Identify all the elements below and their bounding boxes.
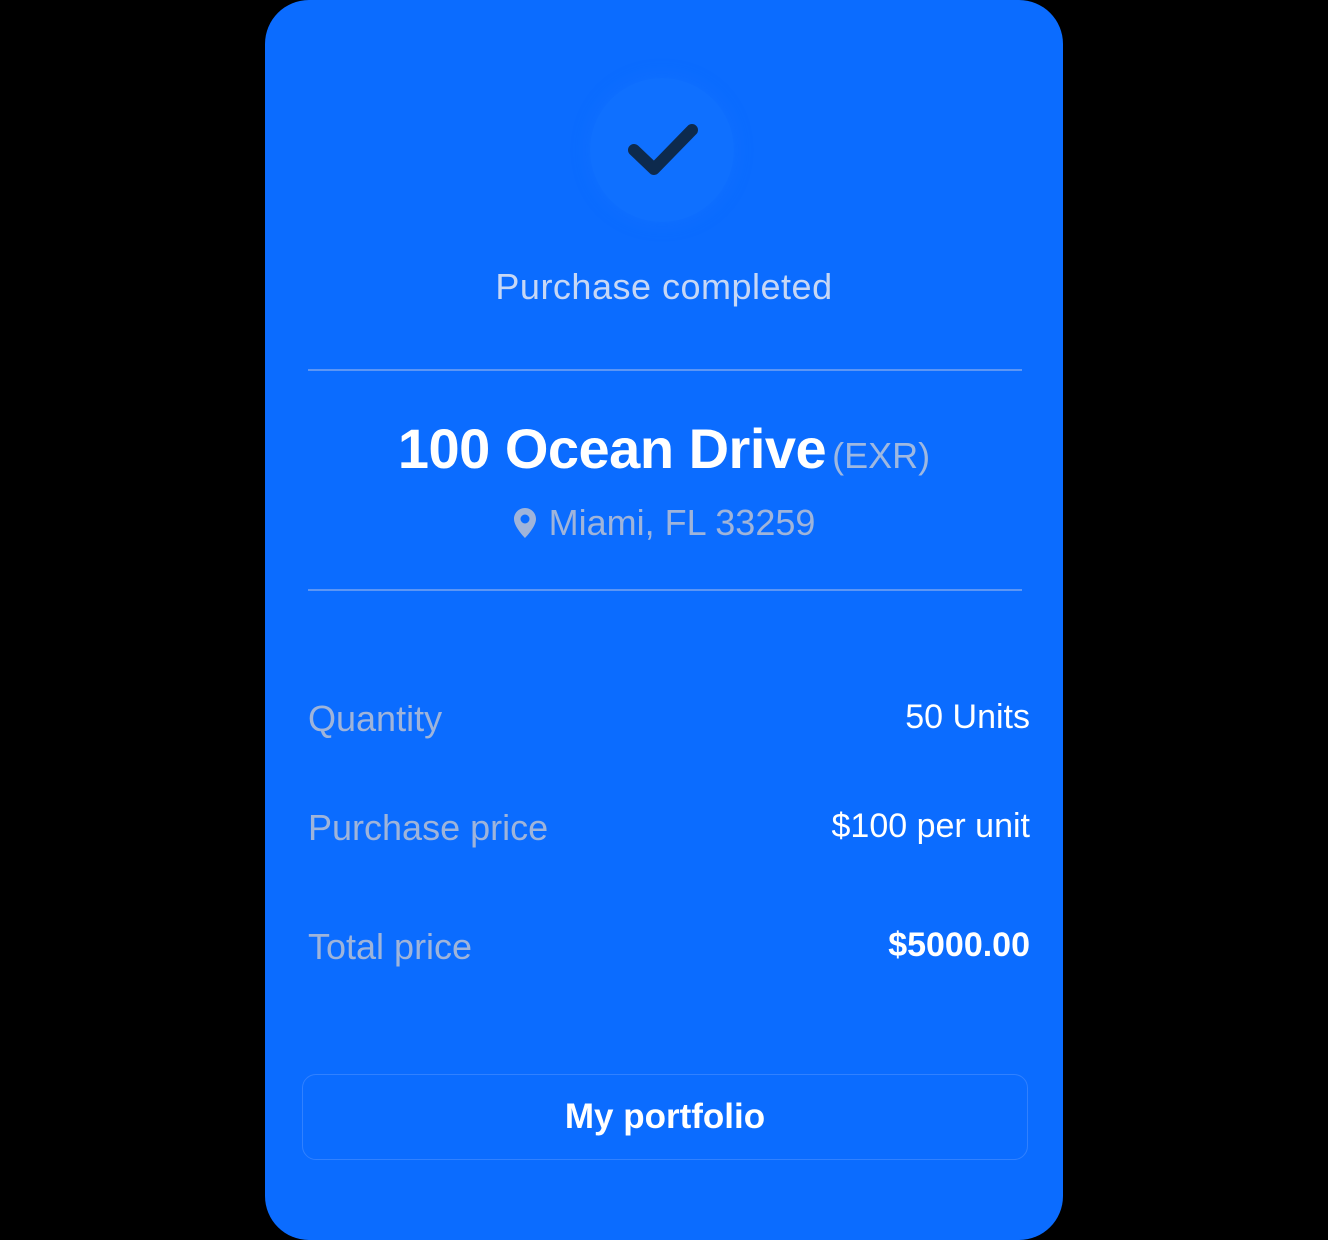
quantity-value: 50 Units [905, 698, 1030, 736]
property-ticker: (EXR) [832, 435, 931, 476]
total-price-value: $5000.00 [888, 926, 1030, 964]
total-price-label: Total price [308, 926, 473, 967]
my-portfolio-button[interactable]: My portfolio [302, 1074, 1028, 1160]
purchase-price-value: $100 per unit [831, 807, 1031, 845]
purchase-confirmation-card: Purchase completed 100 Ocean Drive (EXR) … [265, 0, 1063, 1240]
checkmark-icon [628, 124, 698, 175]
success-badge [590, 78, 734, 222]
map-pin-icon [513, 508, 536, 538]
divider [308, 589, 1022, 591]
status-title: Purchase completed [495, 266, 833, 307]
property-location: Miami, FL 33259 [265, 502, 1063, 544]
quantity-label: Quantity [308, 698, 443, 739]
purchase-price-label: Purchase price [308, 807, 549, 848]
divider [308, 369, 1022, 371]
property-header: 100 Ocean Drive (EXR) [265, 416, 1063, 481]
property-name: 100 Ocean Drive [397, 417, 827, 480]
location-text: Miami, FL 33259 [548, 502, 816, 543]
